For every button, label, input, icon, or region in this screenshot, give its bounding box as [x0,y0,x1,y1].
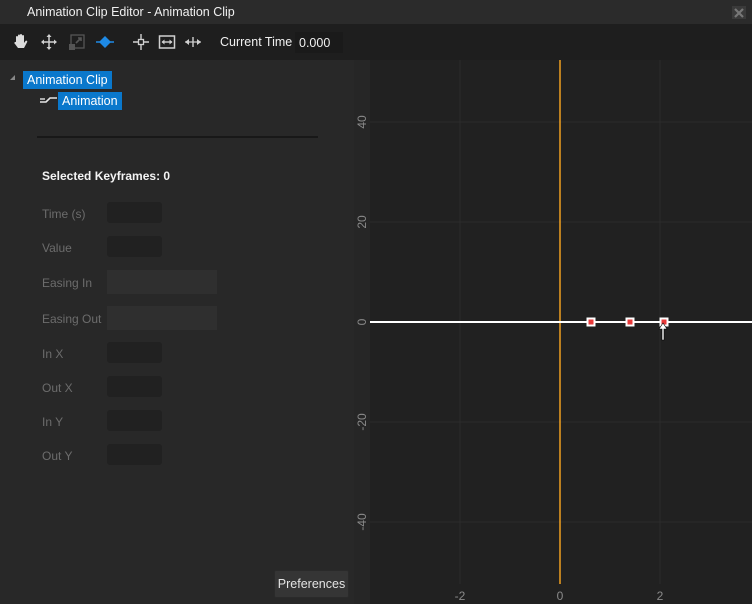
curve-graph[interactable]: 40 20 0 -20 -40 -2 0 2 [354,60,752,604]
left-panel: Animation Clip Animation Selected Keyfra… [0,60,354,604]
easing-in-label: Easing In [42,276,93,290]
out-x-label: Out X [42,381,73,395]
in-y-field[interactable] [107,410,162,431]
in-x-label: In X [42,347,64,361]
hand-tool-button[interactable] [11,32,31,52]
tree-node-animation[interactable]: Animation [58,92,122,110]
panel-divider [37,136,318,138]
graph-canvas[interactable]: 40200-20-40-2 0 2 [354,60,752,604]
keyframe-diamond-icon [96,36,114,48]
toolbar: Current Time [0,24,752,60]
in-x-field[interactable] [107,342,162,363]
fit-horizontal-icon [158,35,176,49]
time-label: Time (s) [42,207,86,221]
easing-in-field[interactable] [107,270,217,294]
fit-horizontal-button[interactable] [157,32,177,52]
keyframe-tool-button[interactable] [95,32,115,52]
easing-out-field[interactable] [107,306,217,330]
animation-track-icon [40,97,57,103]
selected-keyframes-count: Selected Keyframes: 0 [42,169,171,183]
frame-center-icon [133,34,149,50]
window-title: Animation Clip Editor - Animation Clip [27,5,235,19]
hand-icon [14,34,28,48]
x-tick-label: 2 [657,589,664,603]
y-tick-label: 20 [355,215,369,229]
close-button[interactable] [732,6,746,19]
in-y-label: In Y [42,415,64,429]
tree-node-animation-clip[interactable]: Animation Clip [23,71,112,89]
expand-horizontal-button[interactable] [183,32,203,52]
out-x-field[interactable] [107,376,162,397]
value-label: Value [42,241,72,255]
x-tick-label: -2 [455,589,466,603]
current-time-input[interactable] [295,32,343,53]
move-arrows-icon [41,34,57,50]
x-tick-label: 0 [557,589,564,603]
y-tick-label: 40 [355,115,369,129]
out-y-field[interactable] [107,444,162,465]
frame-selection-button[interactable] [131,32,151,52]
close-icon [734,7,744,18]
keyframe-marker-fill [588,319,594,325]
y-tick-label: -40 [355,513,369,531]
current-time-label: Current Time [220,35,293,49]
keyframe-marker-fill [627,319,633,325]
expand-arrow-icon[interactable] [10,75,15,80]
scale-icon [69,34,85,50]
expand-horizontal-icon [185,37,201,47]
preferences-button[interactable]: Preferences [274,570,349,598]
y-tick-label: -20 [355,413,369,431]
easing-out-label: Easing Out [42,312,102,326]
value-field[interactable] [107,236,162,257]
time-field[interactable] [107,202,162,223]
move-tool-button[interactable] [39,32,59,52]
title-bar: Animation Clip Editor - Animation Clip [0,0,752,24]
y-tick-label: 0 [355,318,369,325]
out-y-label: Out Y [42,449,73,463]
scale-tool-button[interactable] [67,32,87,52]
